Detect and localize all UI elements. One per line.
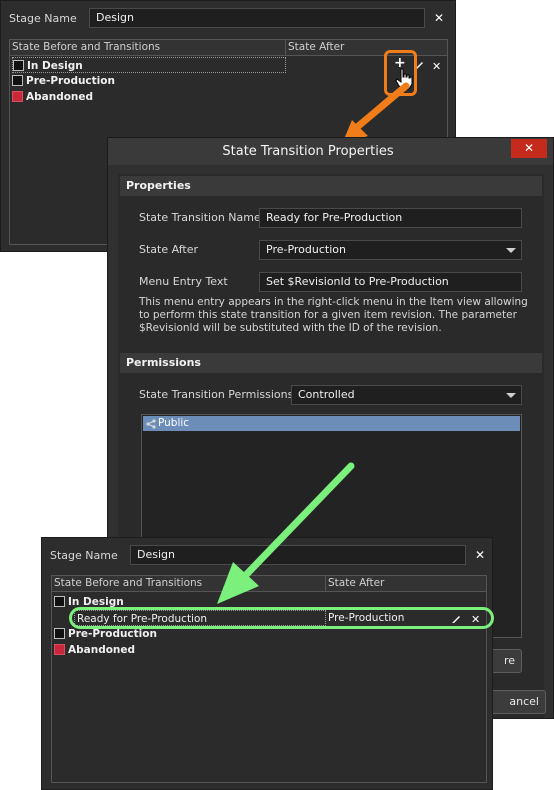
properties-section-header: Properties (120, 176, 542, 196)
state-label: Pre-Production (26, 75, 115, 87)
state-color-swatch (12, 91, 23, 102)
col-state-before-header: State Before and Transitions (10, 40, 286, 56)
state-color-swatch (54, 644, 65, 655)
cancel-button-text: ancel (509, 695, 539, 708)
state-color-swatch (12, 75, 23, 86)
dialog-title: State Transition Properties (222, 144, 394, 159)
table-row-in-design[interactable]: In Design (12, 57, 286, 73)
hint-line: This menu entry appears in the right-cli… (139, 296, 528, 308)
table-row-pre-production[interactable]: Pre-Production (12, 73, 286, 89)
state-color-swatch (54, 596, 65, 607)
state-label: Pre-Production (68, 628, 157, 640)
transition-name-input[interactable]: Ready for Pre-Production (259, 208, 522, 228)
permissions-label: State Transition Permissions (139, 388, 294, 401)
state-label: In Design (27, 60, 83, 72)
menu-entry-hint: This menu entry appears in the right-cli… (139, 296, 539, 335)
hint-line: $RevisionId will be substituted with the… (139, 322, 442, 334)
state-label: Abandoned (68, 644, 136, 656)
list-item[interactable]: Public (143, 416, 520, 431)
permissions-dropdown[interactable]: Controlled (291, 385, 522, 405)
delete-row-icon[interactable]: ✕ (432, 61, 441, 73)
close-icon[interactable]: ✕ (434, 12, 444, 24)
close-icon[interactable]: ✕ (475, 549, 485, 561)
dialog-title-bar: State Transition Properties ✕ (108, 138, 553, 165)
state-after-label: State After (139, 243, 199, 256)
state-after-value: Pre-Production (266, 243, 346, 256)
stage-name-label: Stage Name (50, 549, 118, 562)
transition-highlight (69, 607, 494, 629)
remove-button-text: re (503, 654, 515, 667)
col-state-after-header: State After (286, 40, 447, 56)
table-row-abandoned[interactable]: Abandoned (54, 642, 326, 658)
dialog-close-button[interactable]: ✕ (511, 139, 547, 158)
green-arrow (217, 462, 355, 604)
state-label: Abandoned (26, 91, 94, 103)
share-icon (146, 419, 156, 429)
table-row-abandoned[interactable]: Abandoned (12, 89, 286, 105)
hint-line: to perform this state transition for a g… (139, 309, 517, 321)
permissions-section-header: Permissions (120, 353, 542, 373)
menu-entry-label: Menu Entry Text (139, 275, 228, 288)
menu-entry-input[interactable]: Set $RevisionId to Pre-Production (259, 272, 522, 292)
permission-item-label: Public (158, 417, 190, 429)
state-color-swatch (13, 60, 24, 71)
transition-name-label: State Transition Name (139, 211, 261, 224)
state-after-dropdown[interactable]: Pre-Production (259, 240, 522, 260)
permissions-value: Controlled (298, 388, 355, 401)
state-color-swatch (54, 628, 65, 639)
dropdown-arrow-icon (506, 393, 516, 398)
stage-name-input[interactable]: Design (89, 8, 425, 28)
stage-name-label: Stage Name (9, 12, 77, 25)
dropdown-arrow-icon (506, 248, 516, 253)
